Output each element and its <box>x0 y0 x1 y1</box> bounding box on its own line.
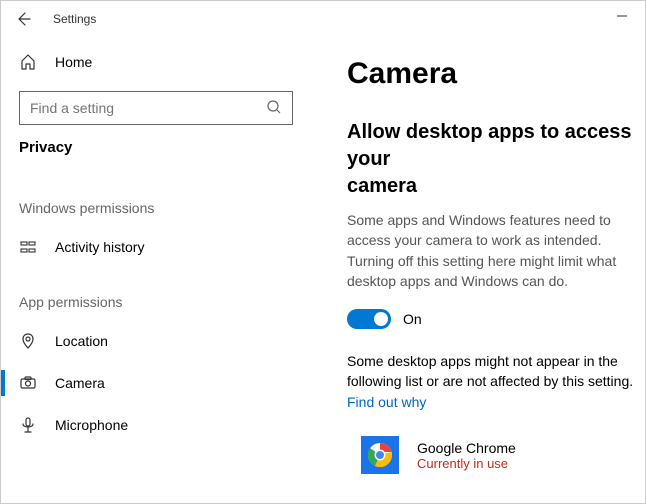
camera-icon <box>19 374 37 392</box>
location-icon <box>19 332 37 350</box>
titlebar: Settings <box>1 1 645 37</box>
toggle-knob <box>374 312 388 326</box>
home-icon <box>19 53 37 71</box>
sidebar-item-location[interactable]: Location <box>1 320 311 362</box>
page-title: Camera <box>347 57 645 91</box>
microphone-icon <box>19 416 37 434</box>
sidebar: Home Privacy Windows permissions Activit… <box>1 37 311 503</box>
sidebar-item-label: Microphone <box>55 417 128 433</box>
back-arrow-icon <box>15 11 31 27</box>
search-icon <box>266 99 282 118</box>
search-box[interactable] <box>19 91 293 125</box>
desktop-apps-note: Some desktop apps might not appear in th… <box>347 351 645 412</box>
section-title: Allow desktop apps to access your camera <box>347 119 645 200</box>
home-label: Home <box>55 54 92 70</box>
sidebar-item-label: Camera <box>55 375 105 391</box>
toggle-label: On <box>403 311 422 327</box>
group-label-app-permissions: App permissions <box>1 268 311 320</box>
app-row-chrome: Google Chrome Currently in use <box>347 436 645 474</box>
toggle-switch[interactable] <box>347 309 391 329</box>
find-out-why-link[interactable]: Find out why <box>347 394 426 410</box>
search-input[interactable] <box>30 100 266 116</box>
group-label-windows-permissions: Windows permissions <box>1 174 311 226</box>
sidebar-item-activity-history[interactable]: Activity history <box>1 226 311 268</box>
minimize-icon <box>616 10 628 22</box>
sidebar-category: Privacy <box>1 139 311 174</box>
sidebar-item-camera[interactable]: Camera <box>1 362 311 404</box>
app-name: Google Chrome <box>417 440 516 456</box>
section-description: Some apps and Windows features need to a… <box>347 210 645 291</box>
sidebar-item-label: Activity history <box>55 239 144 255</box>
app-status: Currently in use <box>417 456 516 471</box>
back-button[interactable] <box>5 1 41 37</box>
sidebar-item-label: Location <box>55 333 108 349</box>
app-title: Settings <box>53 12 96 26</box>
sidebar-home[interactable]: Home <box>1 43 311 81</box>
sidebar-item-microphone[interactable]: Microphone <box>1 404 311 446</box>
desktop-apps-camera-toggle[interactable]: On <box>347 309 645 329</box>
chrome-icon <box>361 436 399 474</box>
minimize-button[interactable] <box>599 1 645 31</box>
content-pane: Camera Allow desktop apps to access your… <box>311 37 645 503</box>
activity-history-icon <box>19 238 37 256</box>
